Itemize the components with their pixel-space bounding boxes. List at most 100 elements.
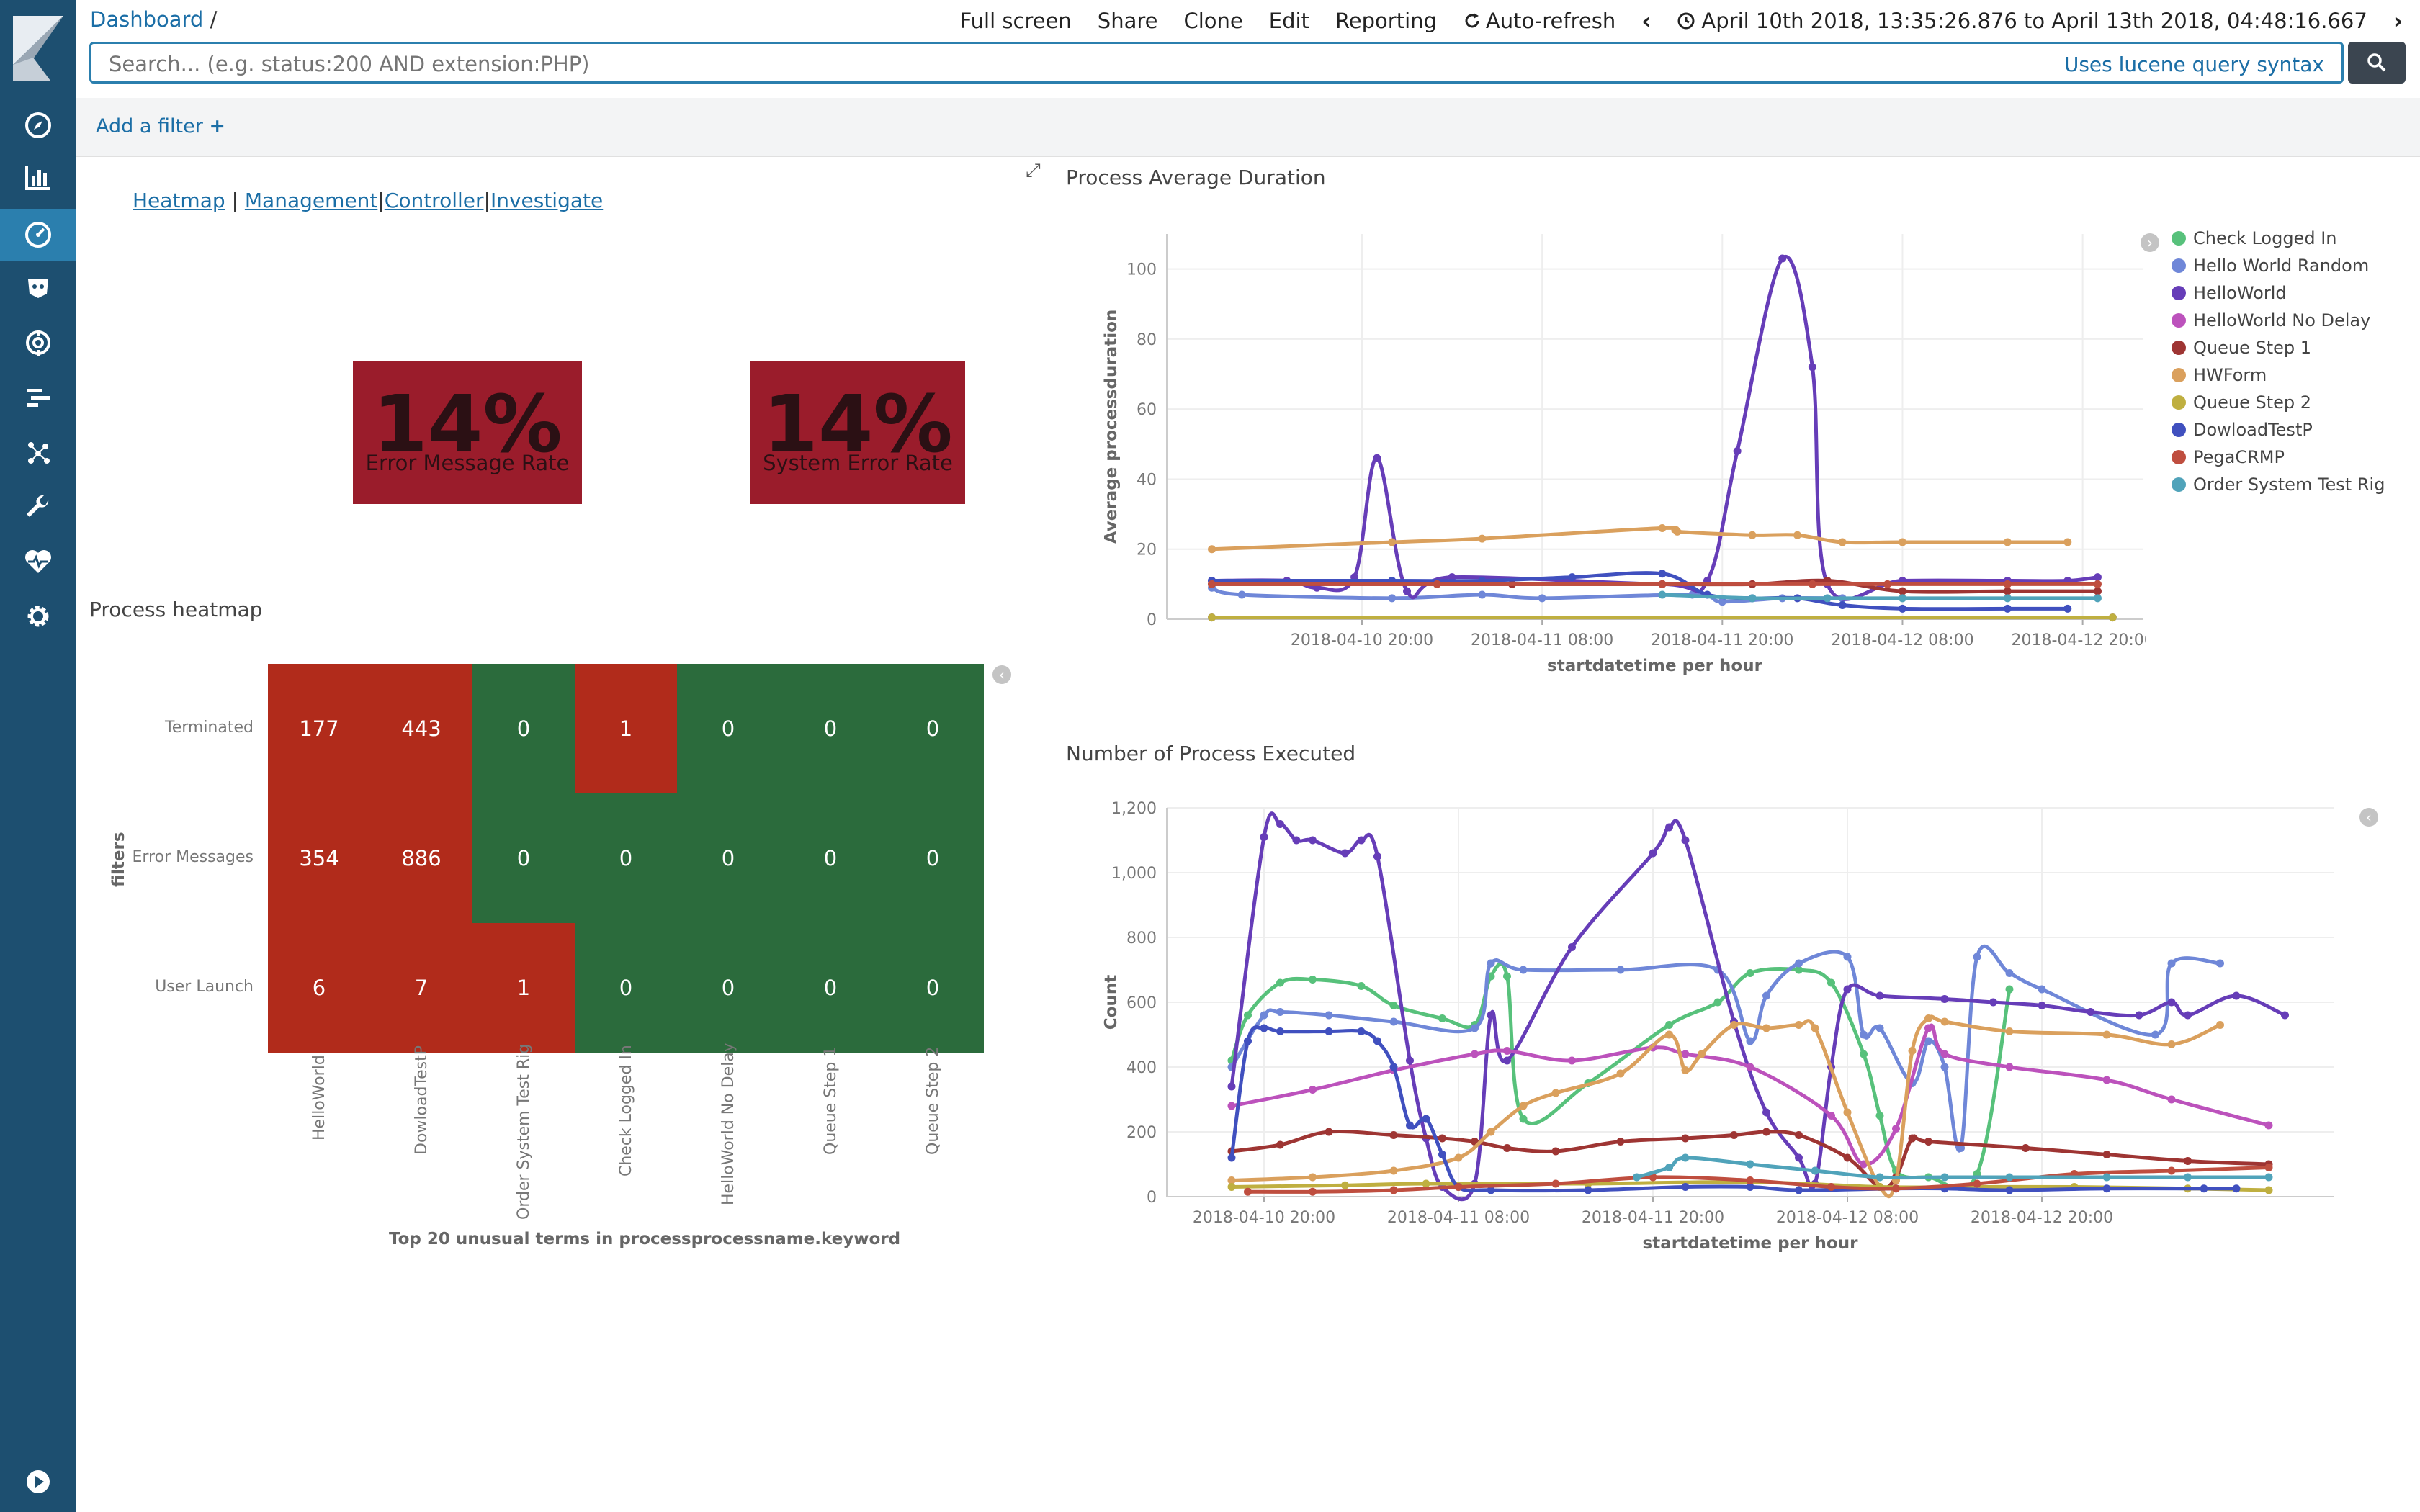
- heatmap-cell[interactable]: 0: [779, 793, 882, 923]
- breadcrumb-dashboard-link[interactable]: Dashboard: [90, 7, 203, 32]
- data-point: [1276, 1008, 1284, 1016]
- edit-button[interactable]: Edit: [1269, 9, 1309, 33]
- graph-icon[interactable]: [0, 426, 76, 478]
- share-button[interactable]: Share: [1098, 9, 1158, 33]
- legend-item[interactable]: HWForm: [2172, 361, 2385, 389]
- legend-item[interactable]: Order System Test Rig: [2172, 471, 2385, 498]
- data-point: [1795, 1153, 1803, 1162]
- data-point: [1860, 1050, 1868, 1058]
- heatmap-cell[interactable]: 1: [472, 923, 575, 1053]
- time-next-chevron-icon[interactable]: ›: [2393, 7, 2403, 35]
- legend-item[interactable]: Queue Step 1: [2172, 334, 2385, 361]
- data-point: [1843, 985, 1852, 994]
- clone-button[interactable]: Clone: [1183, 9, 1242, 33]
- heatmap-cell[interactable]: 0: [472, 793, 575, 923]
- error-message-rate-metric: 14% Error Message Rate: [353, 361, 582, 504]
- data-point: [2022, 1144, 2030, 1152]
- data-point: [1908, 1134, 1917, 1143]
- series-line: [1231, 1023, 2269, 1166]
- data-point: [2005, 1186, 2014, 1194]
- y-tick-label: 80: [1137, 331, 1157, 349]
- search-button[interactable]: [2348, 42, 2406, 84]
- heatmap-cell[interactable]: 6: [268, 923, 370, 1053]
- collapse-sidebar-icon[interactable]: [0, 1456, 76, 1508]
- dashboard-icon[interactable]: [0, 209, 76, 261]
- legend-item[interactable]: PegaCRMP: [2172, 444, 2385, 471]
- kibana-logo[interactable]: [13, 16, 63, 81]
- heatmap-cell[interactable]: 0: [779, 923, 882, 1053]
- investigate-link[interactable]: Investigate: [490, 189, 603, 212]
- heatmap-cell[interactable]: 7: [370, 923, 472, 1053]
- heatmap-cell[interactable]: 0: [882, 664, 984, 793]
- lucene-syntax-link[interactable]: Uses lucene query syntax: [2064, 53, 2324, 76]
- data-point: [1503, 972, 1511, 981]
- add-filter-button[interactable]: Add a filter +: [96, 115, 225, 138]
- timelion-icon[interactable]: [0, 262, 76, 314]
- heatmap-cell[interactable]: 1: [575, 664, 677, 793]
- data-point: [1438, 1151, 1446, 1158]
- legend-item[interactable]: HelloWorld No Delay: [2172, 307, 2385, 334]
- system-error-rate-metric: 14% System Error Rate: [750, 361, 965, 504]
- search-icon: [2367, 53, 2386, 72]
- data-point: [1748, 594, 1757, 603]
- data-point: [1276, 978, 1284, 987]
- data-point: [1649, 849, 1657, 858]
- heatmap-cell[interactable]: 354: [268, 793, 370, 923]
- apm-icon[interactable]: [0, 372, 76, 423]
- controller-link[interactable]: Controller: [385, 189, 484, 212]
- legend-item[interactable]: Queue Step 2: [2172, 389, 2385, 416]
- heatmap-cell[interactable]: 0: [677, 793, 779, 923]
- data-point: [2102, 1173, 2111, 1182]
- management-gear-icon[interactable]: [0, 590, 76, 642]
- data-point: [1883, 580, 1892, 588]
- series-line: [1662, 593, 2098, 600]
- heatmap-cell[interactable]: 0: [779, 664, 882, 793]
- data-point: [1551, 1179, 1560, 1188]
- visualize-icon[interactable]: [0, 151, 76, 203]
- data-point: [1658, 580, 1667, 588]
- legend-toggle-icon[interactable]: ‹: [2360, 808, 2378, 827]
- legend-swatch: [2172, 341, 2186, 355]
- data-point: [1681, 1066, 1690, 1074]
- heatmap-legend-toggle-icon[interactable]: ‹: [992, 665, 1011, 684]
- time-picker[interactable]: April 10th 2018, 13:35:26.876 to April 1…: [1677, 9, 2367, 33]
- heatmap-cell[interactable]: 0: [677, 923, 779, 1053]
- data-point: [1795, 1186, 1803, 1194]
- time-prev-chevron-icon[interactable]: ‹: [1641, 7, 1651, 35]
- management-link[interactable]: Management: [245, 189, 377, 212]
- heatmap-cell[interactable]: 443: [370, 664, 472, 793]
- data-point: [1940, 1017, 1949, 1026]
- legend-toggle-icon[interactable]: ›: [2141, 233, 2159, 252]
- machine-learning-icon[interactable]: [0, 317, 76, 369]
- reporting-button[interactable]: Reporting: [1335, 9, 1437, 33]
- heatmap-cell[interactable]: 0: [575, 793, 677, 923]
- monitoring-icon[interactable]: [0, 536, 76, 588]
- legend-item[interactable]: DowloadTestP: [2172, 416, 2385, 444]
- x-axis-title: startdatetime per hour: [1547, 657, 1763, 675]
- data-point: [1276, 1027, 1284, 1035]
- legend-item[interactable]: Hello World Random: [2172, 252, 2385, 279]
- auto-refresh-button[interactable]: Auto-refresh: [1463, 9, 1615, 33]
- heatmap-cell[interactable]: 0: [882, 793, 984, 923]
- heatmap-cell[interactable]: 886: [370, 793, 472, 923]
- data-point: [2184, 1173, 2192, 1182]
- legend-item[interactable]: HelloWorld: [2172, 279, 2385, 307]
- heatmap-link[interactable]: Heatmap: [133, 189, 225, 212]
- y-tick-label: 0: [1147, 611, 1157, 629]
- expand-panel-icon[interactable]: ⤢: [1026, 160, 1041, 182]
- data-point: [1924, 1138, 1932, 1146]
- avg-duration-legend: Check Logged In Hello World Random HelloWo…: [2172, 225, 2385, 498]
- heatmap-cell[interactable]: 177: [268, 664, 370, 793]
- heatmap-cell[interactable]: 0: [472, 664, 575, 793]
- dev-tools-icon[interactable]: [0, 481, 76, 533]
- legend-item[interactable]: Check Logged In: [2172, 225, 2385, 252]
- heatmap-cell[interactable]: 0: [677, 664, 779, 793]
- full-screen-button[interactable]: Full screen: [960, 9, 1072, 33]
- search-input[interactable]: [107, 51, 1839, 77]
- heatmap-cell[interactable]: 0: [575, 923, 677, 1053]
- legend-swatch: [2172, 258, 2186, 273]
- discover-icon[interactable]: [0, 99, 76, 151]
- heatmap-cell[interactable]: 0: [882, 923, 984, 1053]
- x-tick-label: 2018-04-12 08:00: [1776, 1209, 1919, 1227]
- data-point: [1519, 1115, 1528, 1123]
